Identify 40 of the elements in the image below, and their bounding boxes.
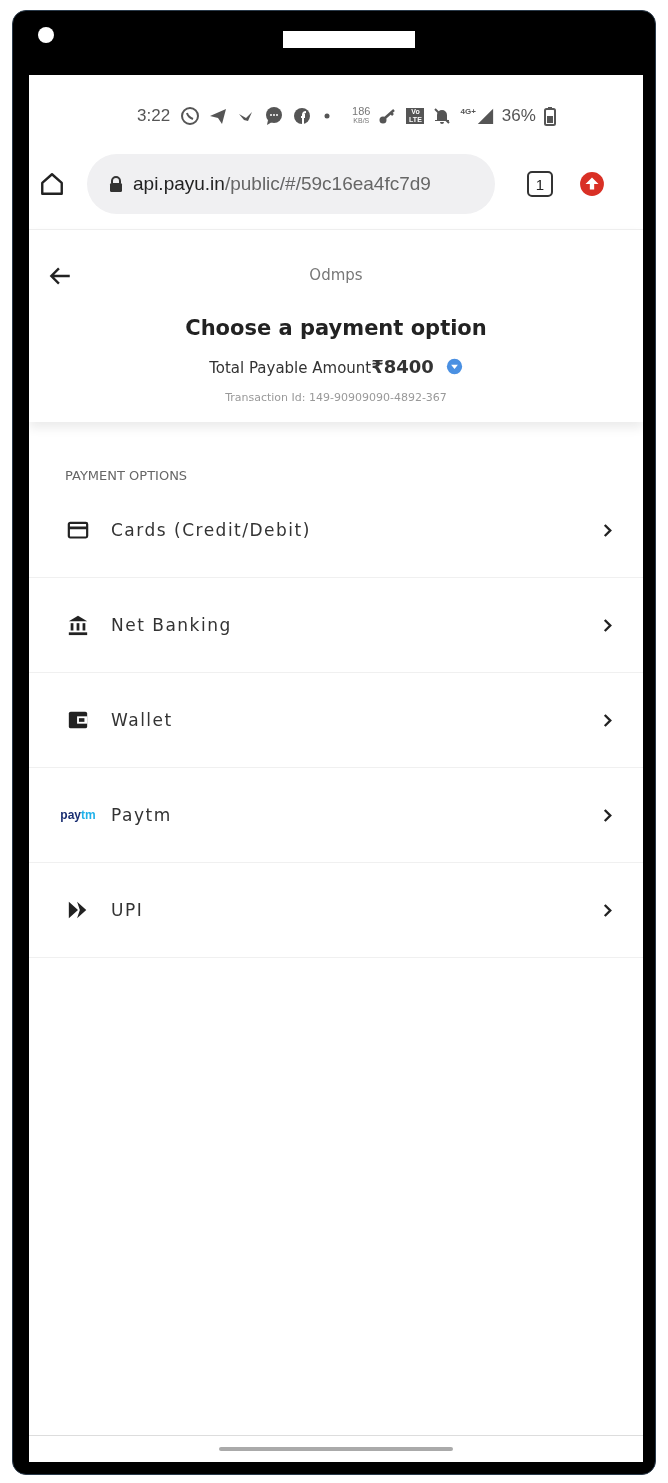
dot-icon [324, 113, 331, 119]
social-icon [292, 106, 313, 126]
payment-option[interactable]: Net Banking [29, 578, 643, 673]
option-label: Net Banking [111, 615, 233, 635]
battery-level: 36% [501, 106, 536, 126]
url-text: api.payu.in/public/#/59c16ea4fc7d9 [133, 173, 431, 195]
bank-icon [67, 614, 89, 636]
address-bar[interactable]: api.payu.in/public/#/59c16ea4fc7d9 [87, 154, 495, 214]
tab-count-button[interactable]: 1 [527, 171, 553, 197]
chevron-right-icon [602, 617, 613, 633]
lock-icon [109, 176, 123, 192]
home-icon[interactable] [39, 171, 65, 197]
camera-dot [38, 27, 54, 43]
transaction-id: Transaction Id: 149-90909090-4892-367 [225, 391, 447, 404]
status-time: 3:22 [137, 106, 171, 126]
dropdown-icon[interactable] [445, 358, 463, 375]
section-label: PAYMENT OPTIONS [65, 468, 189, 483]
payment-option[interactable]: UPI [29, 863, 643, 958]
paytm-logo: paytm [60, 808, 96, 822]
payable-amount: Total Payable Amount₹8400 [209, 356, 434, 377]
option-label: UPI [111, 900, 145, 920]
chevron-right-icon [602, 522, 613, 538]
chevron-right-icon [602, 902, 613, 918]
page-title: Choose a payment option [185, 316, 487, 340]
battery-icon [543, 106, 556, 126]
paper-plane-icon [208, 106, 229, 126]
update-icon[interactable] [579, 171, 605, 197]
card-icon [67, 520, 89, 540]
chevron-right-icon [602, 712, 613, 728]
option-label: Cards (Credit/Debit) [111, 520, 312, 540]
option-label: Wallet [111, 710, 174, 730]
chevron-right-icon [602, 807, 613, 823]
message-icon [264, 106, 285, 126]
payment-option[interactable]: Cards (Credit/Debit) [29, 483, 643, 578]
double-arrow-icon [67, 899, 89, 921]
payment-option[interactable]: Wallet [29, 673, 643, 768]
option-label: Paytm [111, 805, 173, 825]
merchant-name: Odmps [309, 266, 363, 284]
wallet-icon [67, 709, 89, 731]
payment-option[interactable]: paytm Paytm [29, 768, 643, 863]
